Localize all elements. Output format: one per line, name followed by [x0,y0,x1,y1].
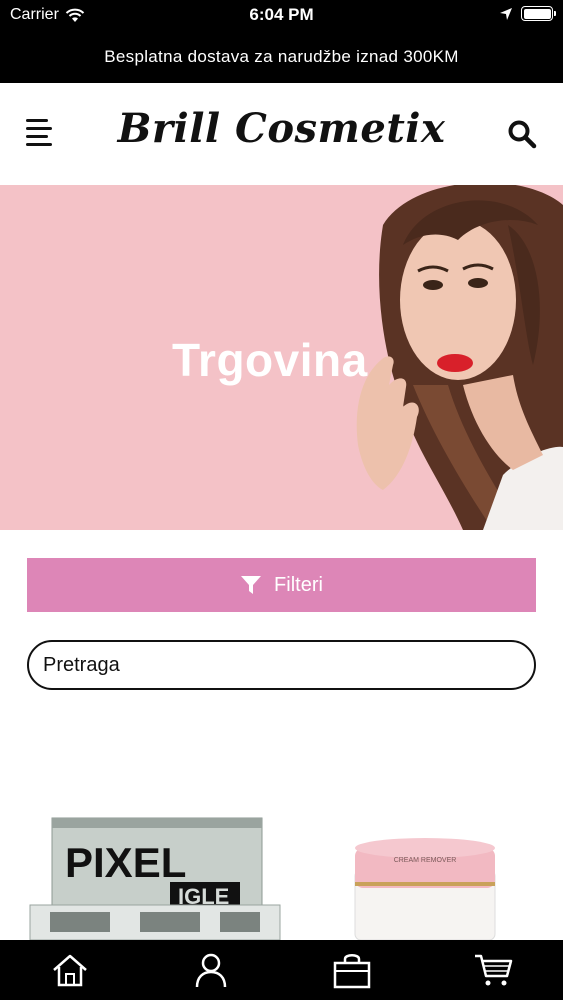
status-right [499,6,556,21]
tab-account[interactable] [186,945,236,995]
hero-title: Trgovina [172,334,368,386]
filter-icon [241,576,262,594]
search-input[interactable] [27,640,536,690]
promo-banner: Besplatna dostava za narudžbe iznad 300K… [0,30,563,83]
tab-shop[interactable] [327,945,377,995]
brand-logo[interactable]: Brill Cosmetix [0,105,563,152]
shop-bag-icon [333,954,371,989]
package-brand-text: PIXEL [65,839,186,886]
battery-icon [521,6,556,21]
app-header: Brill Cosmetix [0,83,563,185]
promo-text: Besplatna dostava za narudžbe iznad 300K… [104,46,459,66]
hero-banner: Trgovina [0,185,563,530]
cart-icon [474,954,512,986]
tab-cart[interactable] [468,945,518,995]
bottom-tab-bar [0,940,563,1000]
search-button[interactable] [507,119,537,149]
status-bar: Carrier 6:04 PM [0,0,563,30]
search-icon [508,120,537,149]
product-grid: PIXEL IGLE CREAM REMOVER [0,800,563,940]
filters-button[interactable]: Filteri [27,558,536,612]
status-time: 6:04 PM [249,5,314,24]
location-arrow-icon [500,7,512,20]
tab-home[interactable] [45,945,95,995]
product-pixel-igle-image[interactable]: PIXEL IGLE [20,800,320,940]
home-icon [53,954,88,987]
cream-remover-label: CREAM REMOVER [394,857,457,864]
filters-label: Filteri [274,573,323,596]
product-cream-remover-image[interactable]: CREAM REMOVER [335,800,515,940]
account-icon [195,953,227,988]
